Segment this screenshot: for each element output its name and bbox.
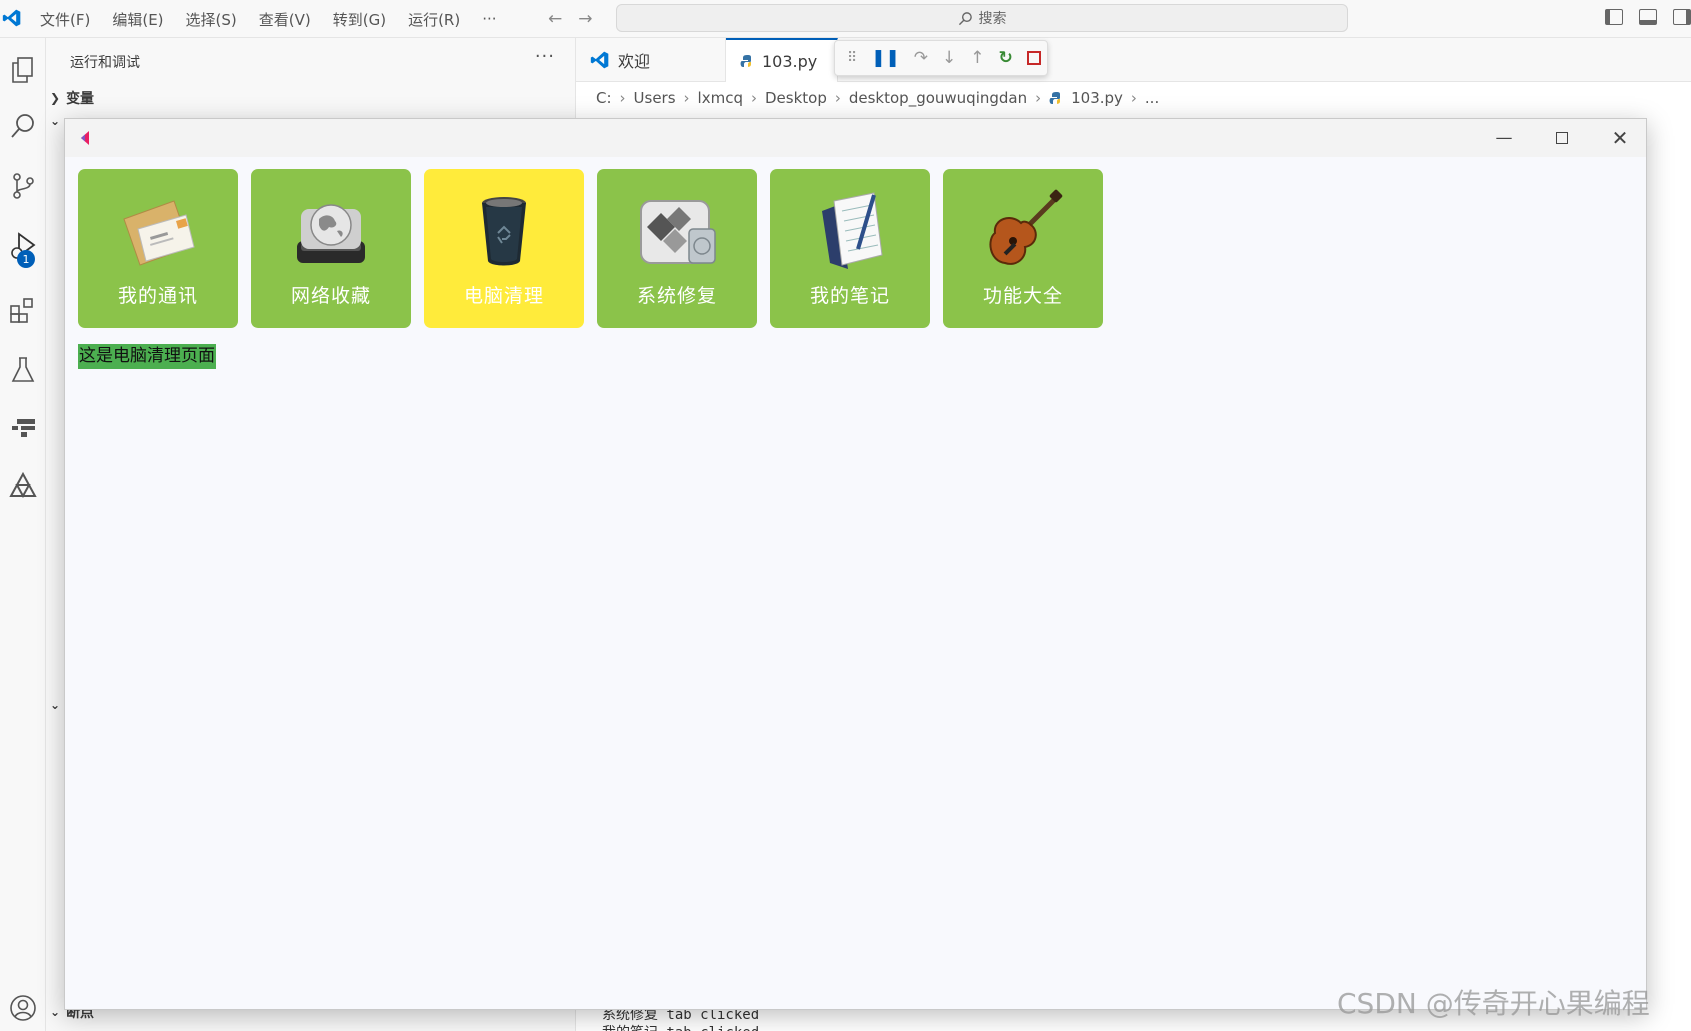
- toggle-secondary-sidebar-icon[interactable]: [1673, 9, 1691, 25]
- tile-label: 电脑清理: [463, 285, 544, 307]
- menu-file[interactable]: 文件(F): [40, 9, 90, 30]
- menu-more[interactable]: ···: [482, 10, 496, 28]
- step-into-icon[interactable]: ↓: [942, 48, 956, 68]
- tile-my-contacts[interactable]: 我的通讯: [78, 169, 238, 328]
- pause-icon[interactable]: ❚❚: [871, 48, 900, 68]
- menu-view[interactable]: 查看(V): [259, 9, 311, 30]
- app-titlebar: — ✕: [65, 119, 1646, 157]
- watch-section-chevron[interactable]: ⌄: [50, 114, 60, 128]
- breadcrumb-item[interactable]: 103.py: [1071, 89, 1123, 107]
- chevron-right-icon: ›: [683, 89, 690, 107]
- drag-handle-icon[interactable]: ⠿: [847, 50, 857, 66]
- ai-extension-icon[interactable]: [0, 464, 46, 508]
- breadcrumb: C: › Users › lxmcq › Desktop › desktop_gouwu…: [596, 89, 1159, 107]
- search-icon[interactable]: [0, 104, 46, 148]
- chevron-right-icon: ❯: [50, 91, 61, 105]
- minimize-icon[interactable]: —: [1475, 119, 1533, 157]
- debug-toolbar: ⠿ ❚❚ ↷ ↓ ↑ ↻: [834, 40, 1048, 76]
- guitar-icon: [989, 189, 1063, 265]
- system-disk-icon: [640, 200, 716, 264]
- activity-bar: 1: [0, 38, 46, 1031]
- chevron-right-icon: ›: [1035, 89, 1042, 107]
- mail-envelope-icon: [123, 200, 195, 266]
- toggle-panel-icon[interactable]: [1639, 9, 1657, 25]
- step-out-icon[interactable]: ↑: [970, 48, 984, 68]
- breadcrumb-item[interactable]: ...: [1145, 89, 1159, 107]
- tile-label: 我的笔记: [809, 285, 890, 307]
- maximize-icon[interactable]: [1533, 119, 1591, 157]
- step-over-icon[interactable]: ↷: [914, 48, 928, 68]
- tile-all-features[interactable]: 功能大全: [943, 169, 1103, 328]
- tile-label: 网络收藏: [290, 285, 371, 307]
- layout-controls: [1605, 9, 1691, 25]
- variables-section-header[interactable]: ❯ 变量: [50, 88, 94, 108]
- vscode-titlebar: 文件(F) 编辑(E) 选择(S) 查看(V) 转到(G) 运行(R) ··· …: [0, 0, 1691, 38]
- chevron-down-icon: ⌄: [50, 114, 61, 128]
- explorer-icon[interactable]: [0, 48, 46, 92]
- breadcrumb-item[interactable]: desktop_gouwuqingdan: [849, 89, 1027, 107]
- python-file-icon: [740, 55, 751, 67]
- search-icon: [958, 11, 972, 25]
- breadcrumb-item[interactable]: Users: [634, 89, 676, 107]
- command-center-search[interactable]: 搜索: [616, 4, 1348, 32]
- sidebar-title: 运行和调试: [70, 55, 140, 71]
- tab-label: 欢迎: [618, 52, 651, 71]
- variables-label: 变量: [66, 91, 95, 107]
- callstack-section-chevron[interactable]: ⌄: [50, 698, 60, 712]
- chevron-right-icon: ›: [834, 89, 841, 107]
- sidebar-more-actions[interactable]: ···: [535, 46, 555, 67]
- menu-run[interactable]: 运行(R): [408, 9, 460, 30]
- menu-selection[interactable]: 选择(S): [186, 9, 237, 30]
- breadcrumb-item[interactable]: C:: [596, 89, 612, 107]
- back-arrow-icon[interactable]: ←: [548, 9, 562, 29]
- python-file-icon: [1049, 92, 1061, 104]
- vscode-logo-icon: [2, 9, 21, 27]
- chevron-down-icon: ⌄: [50, 698, 61, 712]
- menu-edit[interactable]: 编辑(E): [112, 9, 163, 30]
- search-placeholder: 搜索: [978, 11, 1007, 27]
- menu-go[interactable]: 转到(G): [333, 9, 386, 30]
- debug-badge: 1: [17, 250, 35, 268]
- close-icon[interactable]: ✕: [1591, 119, 1649, 157]
- chevron-right-icon: ›: [619, 89, 626, 107]
- tile-web-favorites[interactable]: 网络收藏: [251, 169, 411, 328]
- tile-system-repair[interactable]: 系统修复: [597, 169, 757, 328]
- notebook-pen-icon: [822, 192, 883, 269]
- tile-label: 功能大全: [982, 285, 1063, 307]
- vscode-logo-icon: [590, 51, 609, 69]
- trash-bin-icon: [482, 197, 526, 266]
- tab-103-py[interactable]: 103.py: [726, 38, 838, 82]
- chevron-right-icon: ›: [1130, 89, 1137, 107]
- app-window: — ✕ 我的通讯 网络收藏 电脑清理 系统修复 我的笔记 功能大全 这是电脑清理…: [64, 118, 1647, 1010]
- account-icon[interactable]: [0, 986, 46, 1030]
- editor-tabs: 欢迎 103.py: [576, 38, 1691, 82]
- app-logo-icon: [81, 131, 89, 145]
- breadcrumb-item[interactable]: Desktop: [765, 89, 827, 107]
- page-status-label: 这是电脑清理页面: [78, 344, 216, 369]
- run-debug-icon[interactable]: 1: [0, 224, 46, 268]
- tile-label: 我的通讯: [117, 285, 198, 307]
- extensions-icon[interactable]: [0, 288, 46, 332]
- globe-drive-icon: [297, 204, 365, 263]
- tile-row: 我的通讯 网络收藏 电脑清理 系统修复 我的笔记 功能大全: [78, 169, 1103, 328]
- remote-explorer-icon[interactable]: [0, 406, 46, 450]
- tab-label: 103.py: [762, 51, 818, 71]
- restart-icon[interactable]: ↻: [999, 48, 1013, 68]
- stop-icon[interactable]: [1026, 51, 1041, 65]
- tile-label: 系统修复: [636, 285, 717, 307]
- tab-welcome[interactable]: 欢迎: [576, 38, 726, 82]
- csdn-watermark: CSDN @传奇开心果编程: [1337, 987, 1650, 1020]
- breadcrumb-item[interactable]: lxmcq: [698, 89, 743, 107]
- source-control-icon[interactable]: [0, 164, 46, 208]
- nav-arrows: ← →: [548, 9, 593, 29]
- tile-my-notes[interactable]: 我的笔记: [770, 169, 930, 328]
- toggle-sidebar-icon[interactable]: [1605, 9, 1623, 25]
- menu-bar: 文件(F) 编辑(E) 选择(S) 查看(V) 转到(G) 运行(R) ···: [40, 0, 497, 38]
- terminal-output-line: 我的笔记 tab clicked: [602, 1022, 759, 1031]
- chevron-right-icon: ›: [750, 89, 757, 107]
- tile-pc-cleanup[interactable]: 电脑清理: [424, 169, 584, 328]
- chevron-down-icon: ⌄: [50, 1005, 61, 1019]
- forward-arrow-icon[interactable]: →: [578, 9, 592, 29]
- testing-flask-icon[interactable]: [0, 348, 46, 392]
